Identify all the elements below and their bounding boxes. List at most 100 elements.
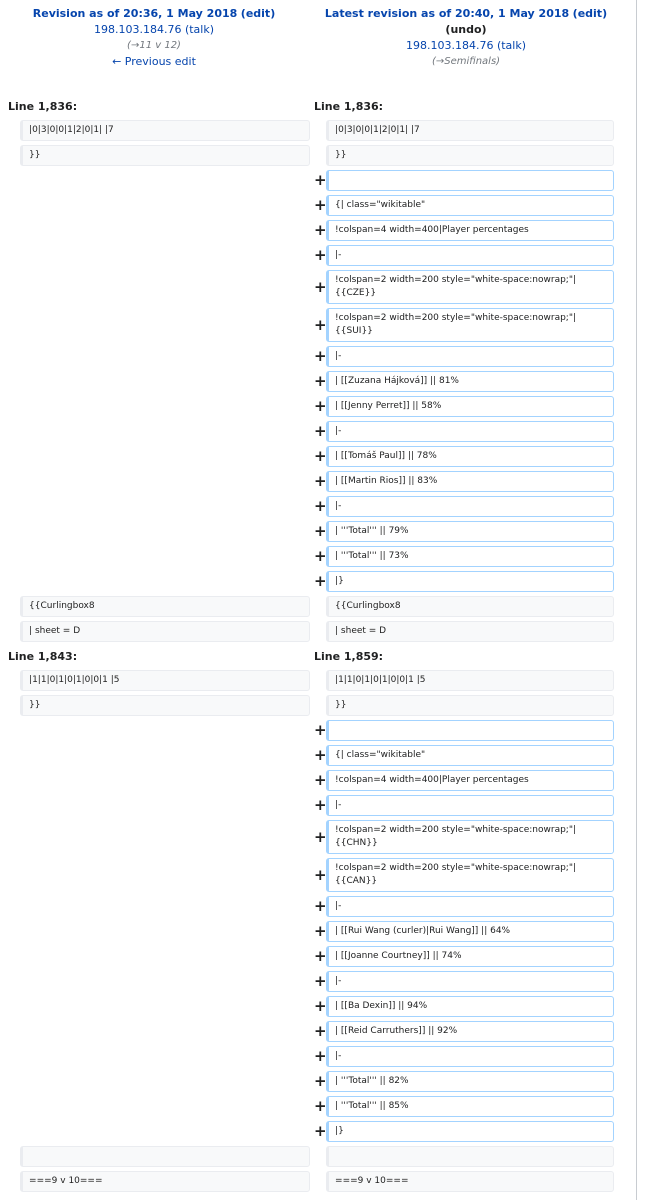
added-line: | '''Total''' || 73%: [326, 546, 614, 567]
marker-spacer: [8, 770, 16, 791]
plus-icon: +: [313, 315, 327, 334]
old-context-line: {{Curlingbox8: [20, 596, 310, 617]
plus-icon: +: [313, 947, 327, 965]
marker-spacer: [8, 195, 16, 216]
empty-old-cell: [20, 270, 310, 304]
added-line: {| class="wikitable": [326, 745, 614, 766]
marker-spacer: [8, 471, 16, 492]
diff-added-row: + !colspan=4 width=400|Player percentages: [8, 770, 614, 791]
added-line: |-: [326, 245, 614, 266]
new-context-line: [326, 1146, 614, 1167]
diff-context-row: [8, 1146, 614, 1167]
added-line: |-: [326, 896, 614, 917]
plus-icon: +: [313, 572, 327, 590]
added-line: {| class="wikitable": [326, 195, 614, 216]
added-line: | '''Total''' || 79%: [326, 521, 614, 542]
marker-spacer: [8, 446, 16, 467]
old-context-line: }}: [20, 695, 310, 716]
plus-icon: +: [313, 497, 327, 515]
new-context-line: {{Curlingbox8: [326, 596, 614, 617]
marker-spacer: [8, 170, 16, 191]
marker-spacer: [8, 670, 16, 691]
marker-spacer: [8, 896, 16, 917]
old-context-line: |0|3|0|0|1|2|0|1| |7: [20, 120, 310, 141]
plus-icon: +: [313, 1022, 327, 1040]
diff-context-row: }}}}: [8, 145, 614, 166]
added-line: | [[Jenny Perret]] || 58%: [326, 396, 614, 417]
previous-edit-link[interactable]: ← Previous edit: [112, 55, 196, 68]
empty-old-cell: [20, 546, 310, 567]
marker-spacer: [8, 795, 16, 816]
diff-added-row: + | [[Zuzana Hájková]] || 81%: [8, 371, 614, 392]
plus-icon: +: [313, 1072, 327, 1090]
new-user-link[interactable]: 198.103.184.76: [406, 39, 493, 52]
new-edit-summary: (→Semifinals): [431, 56, 501, 67]
added-line: | [[Joanne Courtney]] || 74%: [326, 946, 614, 967]
diff-added-row: + |-: [8, 795, 614, 816]
new-line-number: Line 1,859:: [313, 650, 384, 663]
empty-old-cell: [20, 1121, 310, 1142]
new-context-line: | sheet = D: [326, 621, 614, 642]
empty-old-cell: [20, 921, 310, 942]
plus-icon: +: [313, 196, 327, 214]
old-revision-link[interactable]: Revision as of 20:36, 1 May 2018: [33, 7, 238, 20]
diff-added-row: + |-: [8, 1046, 614, 1067]
empty-old-cell: [20, 220, 310, 241]
marker-spacer: [314, 120, 322, 141]
plus-icon: +: [313, 1097, 327, 1115]
marker-spacer: [8, 1096, 16, 1117]
marker-spacer: [8, 745, 16, 766]
marker-spacer: [314, 145, 322, 166]
old-context-line: |1|1|0|1|0|1|0|0|1 |5: [20, 670, 310, 691]
diff-added-row: + | [[Tomáš Paul]] || 78%: [8, 446, 614, 467]
diff-added-row: + | '''Total''' || 85%: [8, 1096, 614, 1117]
diff-added-row: + |}: [8, 1121, 614, 1142]
diff-added-row: + | '''Total''' || 82%: [8, 1071, 614, 1092]
empty-old-cell: [20, 446, 310, 467]
empty-old-cell: [20, 770, 310, 791]
diff-added-row: + |-: [8, 496, 614, 517]
empty-old-cell: [20, 820, 310, 854]
new-context-line: }}: [326, 145, 614, 166]
old-talk-link[interactable]: (talk): [185, 23, 214, 36]
diff-added-row: + !colspan=2 width=200 style="white-space…: [8, 858, 614, 892]
diff-added-row: + |-: [8, 971, 614, 992]
marker-spacer: [8, 396, 16, 417]
empty-old-cell: [20, 1071, 310, 1092]
marker-spacer: [8, 1146, 16, 1167]
empty-old-cell: [20, 496, 310, 517]
plus-icon: +: [313, 746, 327, 764]
marker-spacer: [8, 596, 16, 617]
empty-old-cell: [20, 896, 310, 917]
old-edit-link[interactable]: (edit): [241, 7, 275, 20]
old-user-link[interactable]: 198.103.184.76: [94, 23, 181, 36]
added-line: |-: [326, 421, 614, 442]
diff-context-row: }}}}: [8, 695, 614, 716]
marker-spacer: [8, 546, 16, 567]
added-line: |-: [326, 496, 614, 517]
empty-old-cell: [20, 1096, 310, 1117]
marker-spacer: [314, 1171, 322, 1192]
empty-old-cell: [20, 371, 310, 392]
new-context-line: }}: [326, 695, 614, 716]
plus-icon: +: [313, 422, 327, 440]
marker-spacer: [314, 596, 322, 617]
added-line: |-: [326, 971, 614, 992]
added-line: |}: [326, 1121, 614, 1142]
empty-old-cell: [20, 745, 310, 766]
old-revision-header: Revision as of 20:36, 1 May 2018 (edit) …: [4, 6, 304, 70]
empty-old-cell: [20, 346, 310, 367]
new-talk-link[interactable]: (talk): [497, 39, 526, 52]
old-context-line: | sheet = D: [20, 621, 310, 642]
old-edit-summary: (→11 v 12): [127, 40, 181, 51]
diff-context-row: |1|1|0|1|0|1|0|0|1 |5 |1|1|0|1|0|1|0|0|1 …: [8, 670, 614, 691]
diff-context-row: |0|3|0|0|1|2|0|1| |7 |0|3|0|0|1|2|0|1| |7: [8, 120, 614, 141]
marker-spacer: [8, 220, 16, 241]
marker-spacer: [8, 621, 16, 642]
diff-added-row: + {| class="wikitable": [8, 745, 614, 766]
plus-icon: +: [313, 447, 327, 465]
added-line: |}: [326, 571, 614, 592]
undo-link[interactable]: (undo): [445, 23, 486, 36]
new-edit-link[interactable]: (edit): [573, 7, 607, 20]
new-revision-link[interactable]: Latest revision as of 20:40, 1 May 2018: [325, 7, 569, 20]
